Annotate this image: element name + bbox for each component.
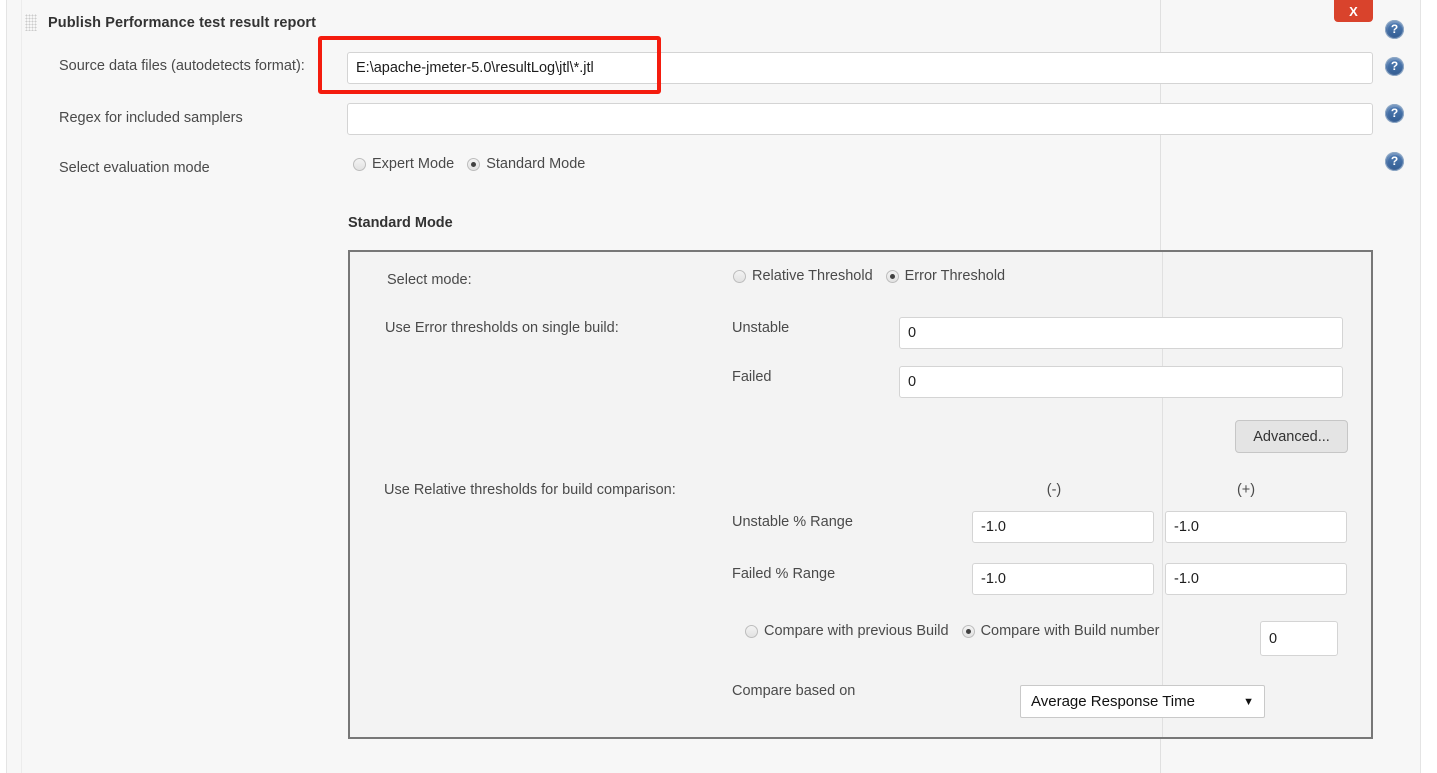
radio-label-compare-build-number: Compare with Build number — [980, 623, 1160, 639]
select-mode-label: Select mode: — [387, 272, 472, 288]
compare-build-radio-group: Compare with previous Build Compare with… — [745, 623, 1159, 639]
chevron-down-icon: ▼ — [1243, 695, 1254, 708]
compare-based-on-select-box[interactable]: Average Response Time ▼ — [1020, 685, 1265, 718]
block-header: Publish Performance test result report — [25, 14, 316, 31]
select-mode-radio-group: Relative Threshold Error Threshold — [733, 268, 1005, 284]
unstable-percent-minus-input[interactable] — [972, 511, 1154, 543]
failed-percent-range-label: Failed % Range — [732, 566, 836, 582]
radio-standard-mode[interactable]: Standard Mode — [467, 156, 585, 172]
evaluation-mode-radio-group: Expert Mode Standard Mode — [353, 156, 585, 172]
failed-percent-plus-input[interactable] — [1165, 563, 1347, 595]
radio-dot-expert-mode — [353, 157, 366, 171]
radio-dot-error-threshold — [885, 269, 899, 283]
regex-samplers-input[interactable] — [347, 103, 1373, 135]
regex-samplers-label: Regex for included samplers — [59, 110, 243, 126]
radio-dot-compare-build-number — [961, 624, 975, 638]
config-page: Publish Performance test result report X… — [0, 0, 1437, 773]
standard-mode-section-title: Standard Mode — [348, 215, 453, 231]
page-title: Publish Performance test result report — [48, 14, 317, 31]
radio-expert-mode[interactable]: Expert Mode — [353, 156, 454, 172]
column-header-plus: (+) — [1236, 482, 1256, 498]
question-mark-glyph: ? — [1390, 59, 1399, 73]
radio-label-standard-mode: Standard Mode — [486, 156, 586, 172]
unstable-label: Unstable — [732, 320, 790, 336]
help-icon-evaluation-mode[interactable]: ? — [1385, 152, 1404, 171]
advanced-button[interactable]: Advanced... — [1235, 420, 1348, 453]
question-mark-glyph: ? — [1390, 22, 1399, 36]
relative-thresholds-label: Use Relative thresholds for build compar… — [384, 482, 676, 498]
radio-compare-previous-build[interactable]: Compare with previous Build — [745, 623, 949, 639]
column-header-minus: (-) — [1046, 482, 1062, 498]
radio-relative-threshold[interactable]: Relative Threshold — [733, 268, 873, 284]
publish-performance-report-block: Publish Performance test result report X… — [6, 0, 1421, 773]
question-mark-glyph: ? — [1390, 106, 1399, 120]
radio-error-threshold[interactable]: Error Threshold — [885, 268, 1006, 284]
source-data-files-label: Source data files (autodetects format): — [59, 58, 305, 74]
unstable-percent-range-label: Unstable % Range — [732, 514, 853, 530]
source-data-files-input[interactable] — [347, 52, 1373, 84]
radio-label-compare-previous-build: Compare with previous Build — [764, 623, 949, 639]
close-button[interactable]: X — [1334, 0, 1373, 22]
help-icon-title[interactable]: ? — [1385, 20, 1404, 39]
radio-label-expert-mode: Expert Mode — [372, 156, 455, 172]
drag-handle-icon[interactable] — [25, 14, 37, 31]
radio-compare-build-number[interactable]: Compare with Build number — [961, 623, 1160, 639]
radio-label-relative-threshold: Relative Threshold — [752, 268, 873, 284]
radio-dot-compare-previous-build — [745, 624, 758, 638]
compare-based-on-selected-value: Average Response Time — [1031, 693, 1195, 710]
question-mark-glyph: ? — [1390, 154, 1399, 168]
unstable-threshold-input[interactable] — [899, 317, 1343, 349]
error-thresholds-label: Use Error thresholds on single build: — [385, 320, 619, 336]
help-icon-source-data-files[interactable]: ? — [1385, 57, 1404, 76]
unstable-percent-plus-input[interactable] — [1165, 511, 1347, 543]
radio-dot-standard-mode — [467, 157, 481, 171]
radio-dot-relative-threshold — [733, 269, 746, 283]
compare-based-on-select[interactable]: Average Response Time ▼ — [1020, 685, 1265, 718]
help-icon-regex-samplers[interactable]: ? — [1385, 104, 1404, 123]
left-rail-divider — [21, 0, 22, 773]
radio-label-error-threshold: Error Threshold — [904, 268, 1006, 284]
standard-mode-panel: Select mode: Relative Threshold Error Th… — [348, 250, 1373, 739]
failed-threshold-input[interactable] — [899, 366, 1343, 398]
failed-label: Failed — [732, 369, 772, 385]
build-number-input[interactable] — [1260, 621, 1338, 656]
compare-based-on-label: Compare based on — [732, 683, 856, 699]
failed-percent-minus-input[interactable] — [972, 563, 1154, 595]
evaluation-mode-label: Select evaluation mode — [59, 160, 210, 176]
